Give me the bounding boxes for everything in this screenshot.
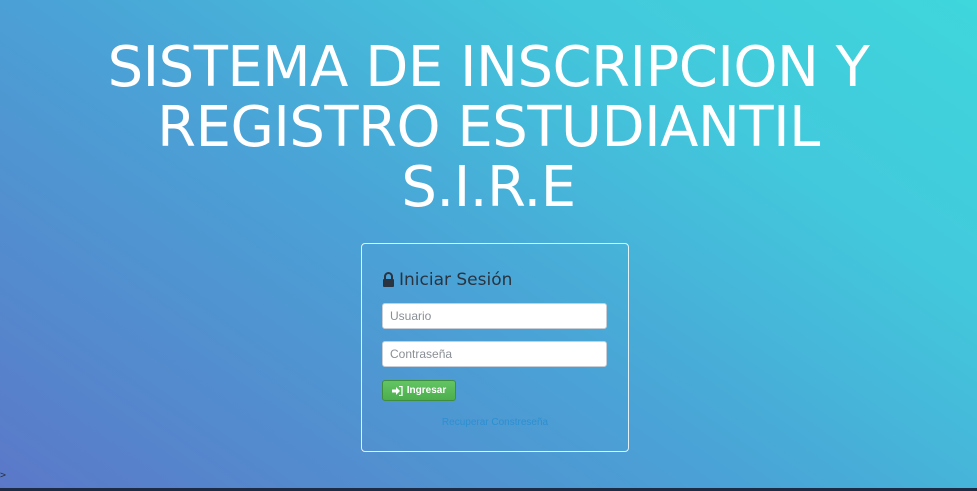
login-heading-text: Iniciar Sesión [399, 270, 513, 290]
login-button[interactable]: Ingresar [382, 380, 456, 401]
title-line-3: S.I.R.E [401, 155, 576, 220]
login-button-label: Ingresar [406, 385, 447, 396]
corner-marker: > [0, 470, 7, 481]
title-line-1: SISTEMA DE INSCRIPCION Y [107, 35, 870, 100]
login-heading: Iniciar Sesión [382, 270, 512, 290]
lock-icon [382, 272, 395, 288]
password-input[interactable] [382, 341, 607, 367]
title-line-2: REGISTRO ESTUDIANTIL [157, 95, 820, 160]
recover-password-link[interactable]: Recuperar Constreseña [362, 417, 628, 428]
page-title: SISTEMA DE INSCRIPCION Y REGISTRO ESTUDI… [0, 38, 977, 218]
username-input[interactable] [382, 303, 607, 329]
login-panel: Iniciar Sesión Ingresar Recuperar Constr… [361, 243, 629, 452]
sign-in-icon [391, 385, 403, 396]
